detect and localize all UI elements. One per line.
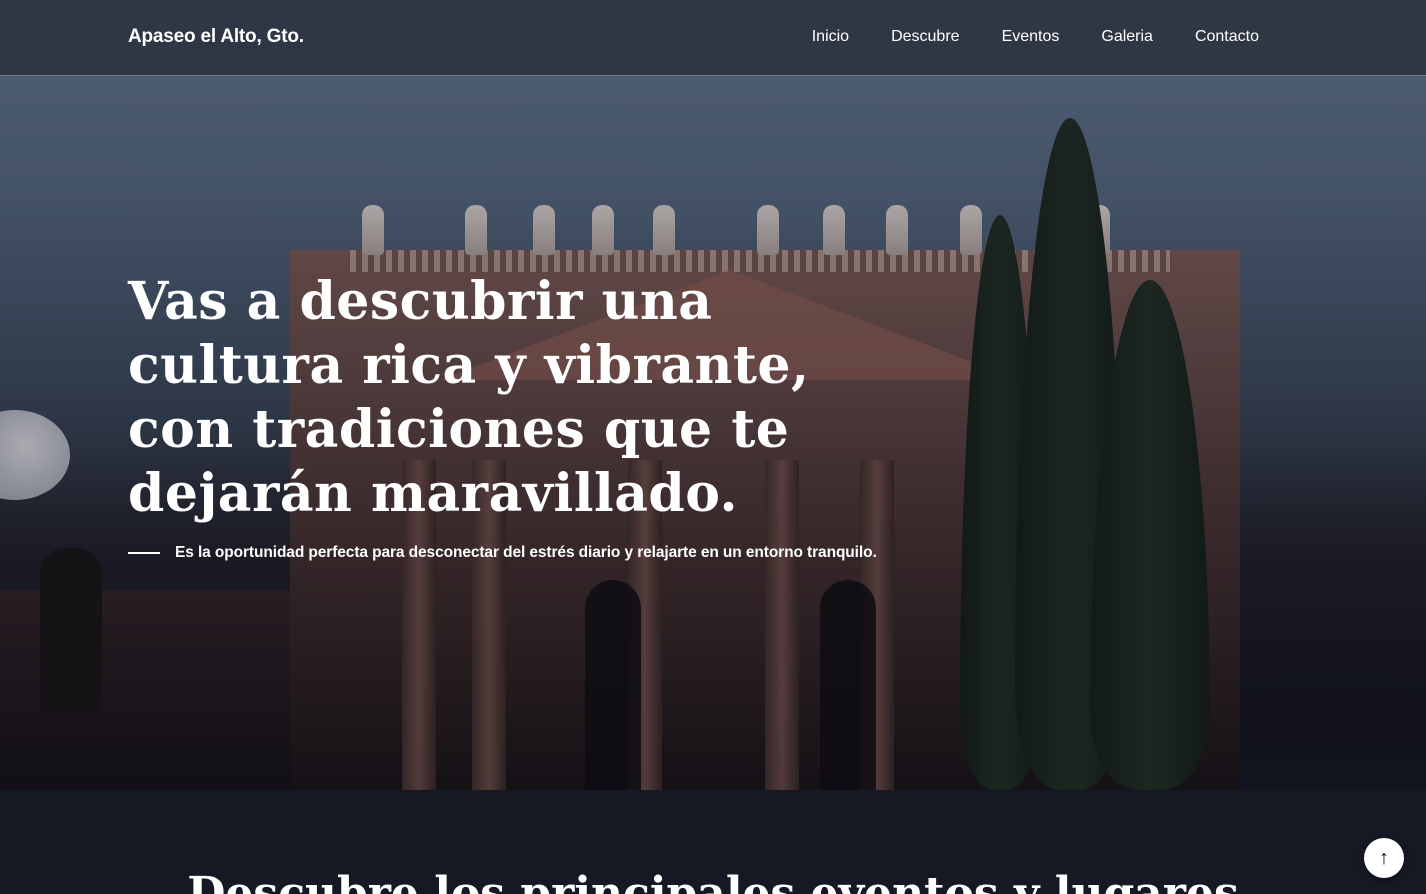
page: Apaseo el Alto, Gto. Inicio Descubre Eve… [0,0,1426,894]
navbar: Apaseo el Alto, Gto. Inicio Descubre Eve… [0,0,1426,76]
nav-link-contacto[interactable]: Contacto [1195,28,1259,46]
scroll-to-top-button[interactable]: ↑ [1364,838,1404,878]
section-title: Descubre los principales eventos y lugar… [187,868,1239,894]
hero-title: Vas a descubrir una cultura rica y vibra… [128,271,810,524]
nav-link-eventos[interactable]: Eventos [1002,28,1060,46]
nav-link-galeria[interactable]: Galeria [1101,28,1153,46]
subtitle-divider-line [128,552,160,554]
arrow-up-icon: ↑ [1379,846,1389,869]
brand-logo[interactable]: Apaseo el Alto, Gto. [128,26,304,48]
hero-subtitle-text: Es la oportunidad perfecta para desconec… [175,544,877,561]
nav-link-descubre[interactable]: Descubre [891,28,959,46]
nav-links: Inicio Descubre Eventos Galeria Contacto [812,28,1259,46]
hero-subtitle: Es la oportunidad perfecta para desconec… [128,544,877,562]
discover-section: Descubre los principales eventos y lugar… [0,790,1426,894]
nav-link-inicio[interactable]: Inicio [812,28,849,46]
